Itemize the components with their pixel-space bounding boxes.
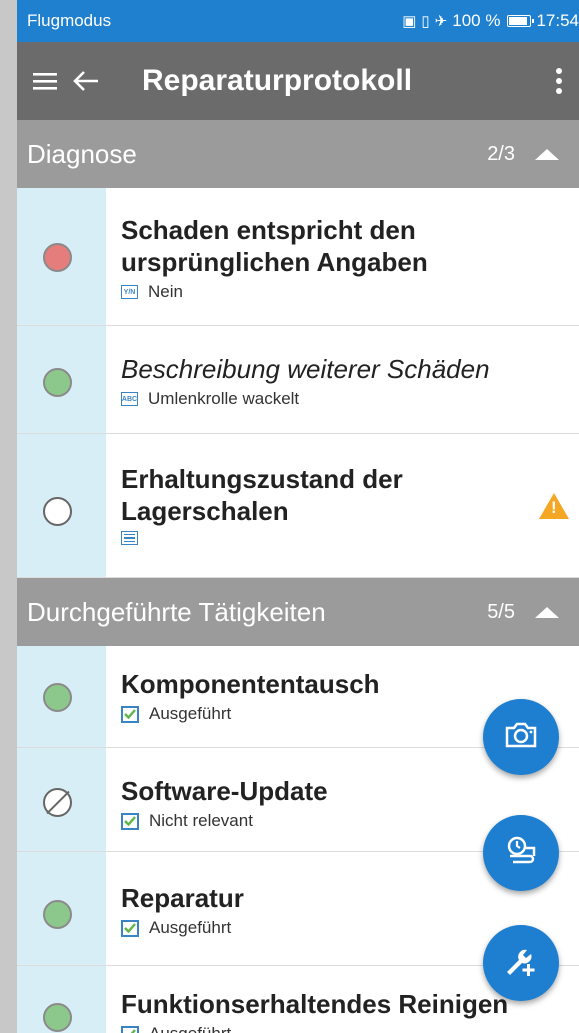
section-progress-count: 5/5	[487, 600, 515, 623]
section-title: Durchgeführte Tätigkeiten	[27, 596, 326, 627]
status-indicator-green	[43, 900, 72, 929]
section-title: Diagnose	[27, 138, 137, 169]
item-label: Reparatur	[121, 883, 244, 913]
wrench-add-icon	[503, 944, 539, 983]
yes-no-type-icon: Y/N	[121, 285, 138, 299]
airplane-mode-label: Flugmodus	[27, 11, 112, 30]
camera-icon	[504, 721, 538, 754]
status-indicator-empty	[43, 497, 72, 526]
item-value: Ausgeführt	[149, 1024, 231, 1033]
section-header-activities[interactable]: Durchgeführte Tätigkeiten 5/5	[17, 578, 579, 646]
nfc-icon: ▣	[402, 13, 417, 30]
status-indicator-red	[43, 243, 72, 272]
phone-screen: Flugmodus ▣ ▯ ✈ 100 % 17:54 Reparaturpro…	[17, 0, 579, 1033]
page-title: Reparaturprotokoll	[142, 64, 413, 97]
item-value: Nein	[148, 282, 183, 301]
checklist-item[interactable]: Beschreibung weiterer Schäden ABC Umlenk…	[17, 326, 579, 434]
status-indicator-not-applicable	[43, 788, 72, 817]
warning-icon[interactable]	[539, 493, 569, 519]
status-indicator-green	[43, 368, 72, 397]
status-indicator-green	[43, 1003, 72, 1032]
item-label: Schaden entspricht den ursprünglichen An…	[121, 215, 428, 277]
hamburger-menu-icon[interactable]	[17, 71, 73, 91]
checkbox-checked-icon	[121, 1025, 139, 1033]
checklist-item[interactable]: Schaden entspricht den ursprünglichen An…	[17, 188, 579, 326]
item-value: Ausgeführt	[149, 918, 232, 937]
time-log-fab[interactable]	[483, 815, 559, 891]
text-type-icon: ABC	[121, 392, 138, 406]
more-options-icon[interactable]	[539, 68, 579, 94]
app-bar: Reparaturprotokoll	[17, 42, 579, 120]
battery-icon	[507, 15, 535, 27]
clock: 17:54	[536, 11, 579, 30]
status-bar: Flugmodus ▣ ▯ ✈ 100 % 17:54	[17, 0, 579, 42]
item-value: Umlenkrolle wackelt	[148, 389, 300, 408]
battery-percent: 100 %	[452, 11, 501, 30]
add-repair-fab[interactable]	[483, 925, 559, 1001]
checklist-item[interactable]: Erhaltungszustand der Lagerschalen	[17, 434, 579, 578]
time-log-icon	[504, 834, 538, 873]
item-label: Komponententausch	[121, 669, 380, 699]
collapse-icon[interactable]	[535, 148, 559, 160]
airplane-icon: ✈	[434, 13, 448, 30]
item-label: Software-Update	[121, 776, 328, 806]
item-label: Beschreibung weiterer Schäden	[121, 354, 490, 384]
checkbox-checked-icon	[121, 705, 139, 723]
item-value: Ausgeführt	[149, 704, 232, 723]
item-label: Erhaltungszustand der Lagerschalen	[121, 464, 403, 526]
status-indicator-green	[43, 683, 72, 712]
item-value: Nicht relevant	[149, 811, 253, 830]
status-icons: ▣ ▯ ✈ 100 % 17:54	[402, 11, 579, 31]
collapse-icon[interactable]	[535, 606, 559, 618]
back-arrow-icon[interactable]	[73, 70, 121, 92]
vibrate-icon: ▯	[421, 13, 430, 30]
list-type-icon	[121, 531, 138, 545]
section-progress-count: 2/3	[487, 142, 515, 165]
checkbox-checked-icon	[121, 919, 139, 937]
section-header-diagnose[interactable]: Diagnose 2/3	[17, 120, 579, 188]
checkbox-checked-icon	[121, 812, 139, 830]
camera-fab[interactable]	[483, 699, 559, 775]
